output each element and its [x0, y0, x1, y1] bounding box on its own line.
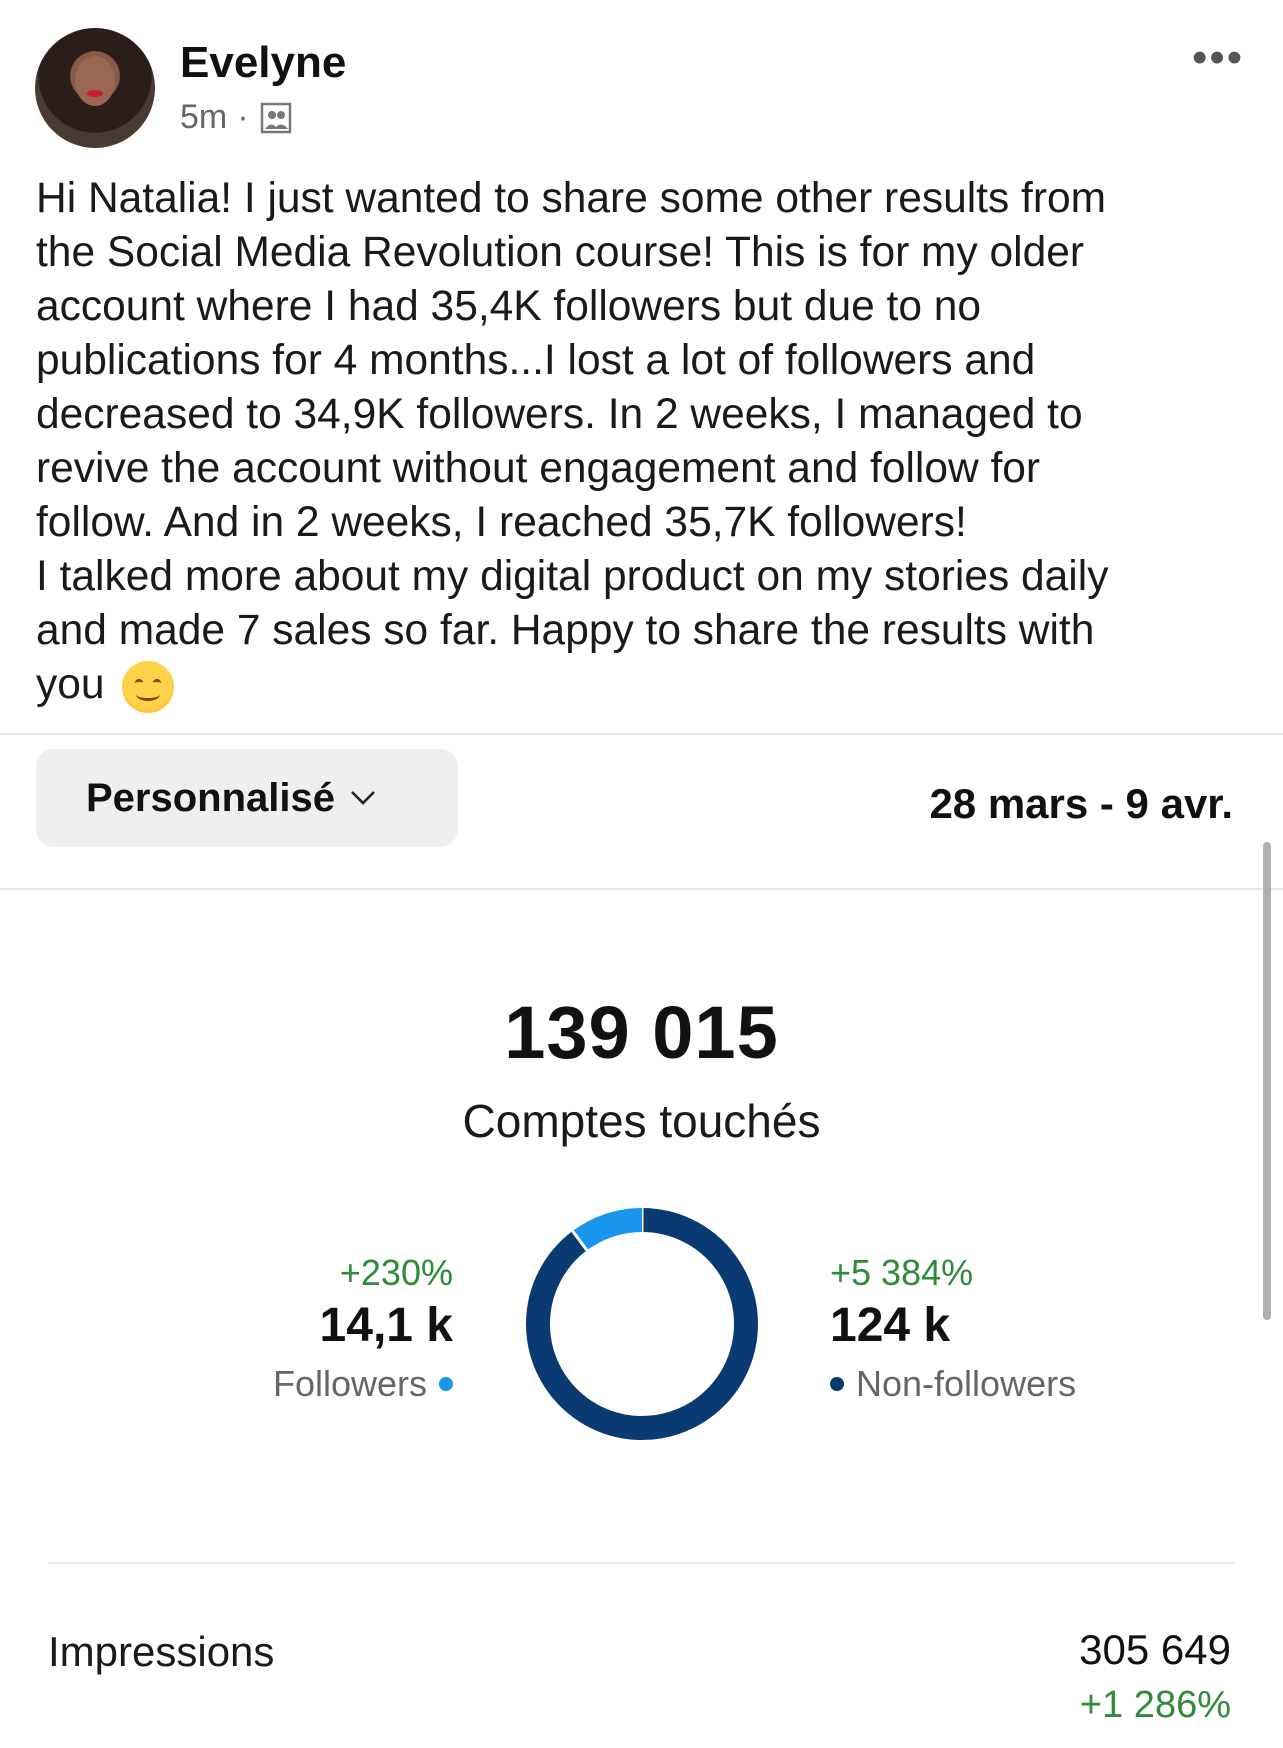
divider: [0, 888, 1283, 890]
scrollbar[interactable]: [1263, 842, 1271, 1320]
date-range: 28 mars - 9 avr.: [929, 780, 1233, 827]
divider: [0, 733, 1283, 735]
reach-donut-chart: [526, 1207, 758, 1440]
followers-value: 14,1 k: [319, 1299, 453, 1352]
smiling-face-emoji-icon: [122, 660, 175, 713]
avatar-lips: [87, 90, 103, 97]
accounts-reached-label: Comptes touchés: [462, 1095, 821, 1147]
non-followers-dot: [830, 1377, 844, 1391]
non-followers-change: +5 384%: [830, 1252, 974, 1293]
non-followers-label: Non-followers: [856, 1363, 1077, 1404]
non-followers-stat: +5 384% 124 k Non-followers: [830, 1252, 1076, 1405]
filter-label: Personnalisé: [86, 775, 336, 820]
chevron-down-icon: [351, 791, 375, 805]
followers-slice: [572, 1208, 643, 1251]
post-meta: 5m ·: [180, 98, 293, 137]
impressions-change: +1 286%: [1079, 1684, 1231, 1726]
followers-dot: [439, 1377, 453, 1391]
followers-stat: +230% 14,1 k Followers: [273, 1252, 453, 1405]
author-name[interactable]: Evelyne: [180, 38, 346, 88]
non-followers-slice: [526, 1208, 758, 1440]
date-filter-dropdown[interactable]: Personnalisé: [36, 749, 458, 847]
avatar[interactable]: [35, 28, 155, 148]
post-body: Hi Natalia! I just wanted to share some …: [36, 172, 1256, 713]
divider: [48, 1562, 1235, 1564]
impressions-label: Impressions: [48, 1628, 275, 1675]
people-icon: [260, 102, 291, 133]
meta-separator: ·: [237, 98, 249, 136]
post-text: Hi Natalia! I just wanted to share some …: [36, 175, 1109, 708]
more-options-button[interactable]: •••: [1192, 36, 1244, 80]
non-followers-value: 124 k: [830, 1299, 951, 1352]
followers-label: Followers: [272, 1363, 427, 1404]
impressions-value: 305 649: [1079, 1626, 1231, 1673]
followers-change: +230%: [339, 1252, 453, 1293]
accounts-reached-value: 139 015: [504, 991, 779, 1074]
avatar-face: [75, 56, 115, 106]
post-time: 5m: [180, 98, 228, 136]
followers-legend: Followers: [273, 1363, 453, 1405]
non-followers-legend: Non-followers: [830, 1363, 1076, 1405]
